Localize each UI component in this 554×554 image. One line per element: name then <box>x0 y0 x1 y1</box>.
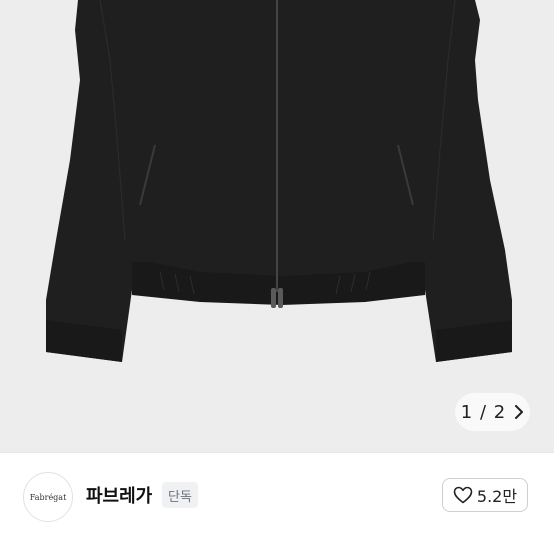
heart-icon <box>453 486 473 504</box>
product-image-gallery[interactable]: 1 / 2 <box>0 0 554 452</box>
like-count: 5.2만 <box>476 487 518 506</box>
chevron-right-icon[interactable] <box>514 405 524 419</box>
like-button[interactable]: 5.2만 <box>442 478 528 512</box>
image-page-indicator[interactable]: 1 / 2 <box>455 393 530 431</box>
brand-logo-text: Fabrégat <box>29 492 67 502</box>
brand-name[interactable]: 파브레가 <box>86 482 152 508</box>
brand-row: Fabrégat 파브레가 단독 5.2만 <box>0 453 554 543</box>
page-counter: 1 / 2 <box>460 401 507 423</box>
brand-logo[interactable]: Fabrégat <box>23 472 73 522</box>
exclusive-badge: 단독 <box>162 482 198 508</box>
product-image <box>46 0 512 362</box>
